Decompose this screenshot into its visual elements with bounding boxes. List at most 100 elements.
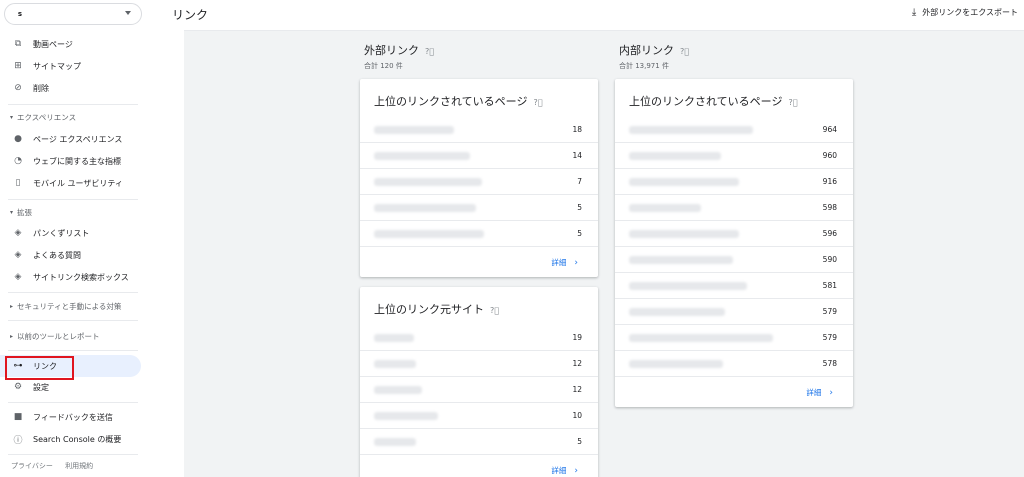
more-details-link[interactable]: 詳細 › bbox=[551, 257, 578, 268]
nav-core-web-vitals[interactable]: ◔ ウェブに関する主な指標 bbox=[0, 150, 141, 172]
caret-down-icon: ▾ bbox=[10, 209, 14, 216]
link-count: 596 bbox=[822, 229, 837, 238]
page-title: リンク bbox=[172, 8, 209, 22]
table-row[interactable]: 598 bbox=[615, 195, 853, 221]
link-count: 579 bbox=[822, 307, 837, 316]
help-icon[interactable]: ?⃝ bbox=[533, 98, 542, 107]
table-row[interactable]: 12 bbox=[360, 377, 598, 403]
nav-label: 削除 bbox=[33, 83, 49, 93]
table-row[interactable]: 596 bbox=[615, 221, 853, 247]
more-details-link[interactable]: 詳細 › bbox=[551, 465, 578, 476]
table-row[interactable]: 579 bbox=[615, 299, 853, 325]
table-row[interactable]: 5 bbox=[360, 221, 598, 247]
help-icon[interactable]: ?⃝ bbox=[425, 47, 434, 56]
main-content: 外部リンク ?⃝ 合計 120 件 上位のリンクされているページ ?⃝ 18 14 … bbox=[184, 31, 1024, 477]
table-row[interactable]: 7 bbox=[360, 169, 598, 195]
property-selector[interactable]: s bbox=[4, 3, 142, 25]
section-label: セキュリティと手動による対策 bbox=[17, 302, 122, 311]
link-count: 5 bbox=[577, 437, 582, 446]
table-row[interactable]: 5 bbox=[360, 429, 598, 455]
help-icon[interactable]: ?⃝ bbox=[680, 47, 689, 56]
more-label: 詳細 bbox=[806, 388, 822, 397]
sidebar: s ⧉ 動画ページ ⊞ サイトマップ ⊘ 削除 ▾ エクスペリエンス ● ページ… bbox=[0, 0, 156, 477]
table-row[interactable]: 18 bbox=[360, 117, 598, 143]
card-title-text: 上位のリンクされているページ bbox=[629, 95, 783, 108]
divider bbox=[8, 292, 138, 293]
card-title: 上位のリンクされているページ ?⃝ bbox=[629, 93, 798, 109]
table-row[interactable]: 590 bbox=[615, 247, 853, 273]
nav-label: サイトマップ bbox=[33, 61, 81, 71]
section-enhancements[interactable]: ▾ 拡張 bbox=[10, 207, 32, 218]
link-count: 18 bbox=[572, 125, 582, 134]
link-count: 10 bbox=[572, 411, 582, 420]
nav-video-pages[interactable]: ⧉ 動画ページ bbox=[0, 33, 141, 55]
blurred-site bbox=[374, 438, 416, 446]
web-vitals-icon: ◔ bbox=[14, 156, 22, 166]
divider bbox=[8, 104, 138, 105]
link-count: 964 bbox=[822, 125, 837, 134]
page-experience-icon: ● bbox=[14, 134, 22, 144]
table-row[interactable]: 19 bbox=[360, 325, 598, 351]
highlight-box bbox=[5, 356, 74, 380]
divider bbox=[8, 402, 138, 403]
removal-icon: ⊘ bbox=[14, 83, 22, 93]
link-count: 581 bbox=[822, 281, 837, 290]
nav-label: Search Console の概要 bbox=[33, 434, 122, 444]
table-row[interactable]: 10 bbox=[360, 403, 598, 429]
external-top-pages-card: 上位のリンクされているページ ?⃝ 18 14 7 5 5 詳細 › bbox=[360, 79, 598, 277]
internal-total: 合計 13,971 件 bbox=[619, 62, 669, 70]
table-row[interactable]: 964 bbox=[615, 117, 853, 143]
nav-label: 動画ページ bbox=[33, 39, 73, 49]
more-details-link[interactable]: 詳細 › bbox=[806, 387, 833, 398]
blurred-url bbox=[629, 282, 747, 290]
section-experience[interactable]: ▾ エクスペリエンス bbox=[10, 112, 76, 123]
external-links-heading: 外部リンク ?⃝ bbox=[364, 42, 434, 58]
section-security[interactable]: ▸ セキュリティと手動による対策 bbox=[10, 301, 121, 312]
nav-removals[interactable]: ⊘ 削除 bbox=[0, 77, 141, 99]
table-row[interactable]: 581 bbox=[615, 273, 853, 299]
nav-page-experience[interactable]: ● ページ エクスペリエンス bbox=[0, 128, 141, 150]
sitemap-icon: ⊞ bbox=[14, 61, 22, 71]
nav-mobile-usability[interactable]: ▯ モバイル ユーザビリティ bbox=[0, 172, 141, 194]
blurred-url bbox=[374, 230, 484, 238]
blurred-url bbox=[629, 360, 723, 368]
link-count: 5 bbox=[577, 229, 582, 238]
external-top-sites-card: 上位のリンク元サイト ?⃝ 19 12 12 10 5 詳細 › bbox=[360, 287, 598, 477]
table-row[interactable]: 960 bbox=[615, 143, 853, 169]
divider bbox=[8, 320, 138, 321]
nav-faq[interactable]: ◈ よくある質問 bbox=[0, 244, 141, 266]
footer-links: プライバシー 利用規約 bbox=[11, 461, 103, 471]
table-row[interactable]: 579 bbox=[615, 325, 853, 351]
video-page-icon: ⧉ bbox=[14, 39, 22, 49]
blurred-url bbox=[374, 126, 454, 134]
caret-right-icon: ▸ bbox=[10, 303, 14, 310]
more-label: 詳細 bbox=[551, 258, 567, 267]
nav-sitemaps[interactable]: ⊞ サイトマップ bbox=[0, 55, 141, 77]
card-title-text: 上位のリンクされているページ bbox=[374, 95, 528, 108]
table-row[interactable]: 578 bbox=[615, 351, 853, 377]
help-icon[interactable]: ?⃝ bbox=[788, 98, 797, 107]
export-button[interactable]: ⤓ 外部リンクをエクスポート bbox=[912, 7, 1018, 18]
help-icon[interactable]: ?⃝ bbox=[490, 306, 499, 315]
chevron-right-icon: › bbox=[829, 387, 833, 398]
table-row[interactable]: 12 bbox=[360, 351, 598, 377]
link-count: 19 bbox=[572, 333, 582, 342]
table-row[interactable]: 5 bbox=[360, 195, 598, 221]
download-icon: ⤓ bbox=[911, 7, 917, 18]
blurred-site bbox=[374, 334, 414, 342]
blurred-url bbox=[629, 256, 733, 264]
nav-sitelinks-searchbox[interactable]: ◈ サイトリンク検索ボックス bbox=[0, 266, 141, 288]
nav-breadcrumbs[interactable]: ◈ パンくずリスト bbox=[0, 222, 141, 244]
card-title: 上位のリンク元サイト ?⃝ bbox=[374, 301, 499, 317]
table-row[interactable]: 916 bbox=[615, 169, 853, 195]
chevron-right-icon: › bbox=[574, 257, 578, 268]
nav-feedback[interactable]: ■ フィードバックを送信 bbox=[0, 406, 141, 428]
privacy-link[interactable]: プライバシー bbox=[11, 462, 53, 470]
terms-link[interactable]: 利用規約 bbox=[65, 462, 93, 470]
nav-about[interactable]: ⓘ Search Console の概要 bbox=[0, 428, 141, 450]
section-legacy[interactable]: ▸ 以前のツールとレポート bbox=[10, 331, 100, 342]
sitelinks-icon: ◈ bbox=[14, 272, 22, 282]
nav-label: ウェブに関する主な指標 bbox=[33, 156, 121, 166]
settings-icon: ⚙ bbox=[13, 382, 23, 392]
table-row[interactable]: 14 bbox=[360, 143, 598, 169]
